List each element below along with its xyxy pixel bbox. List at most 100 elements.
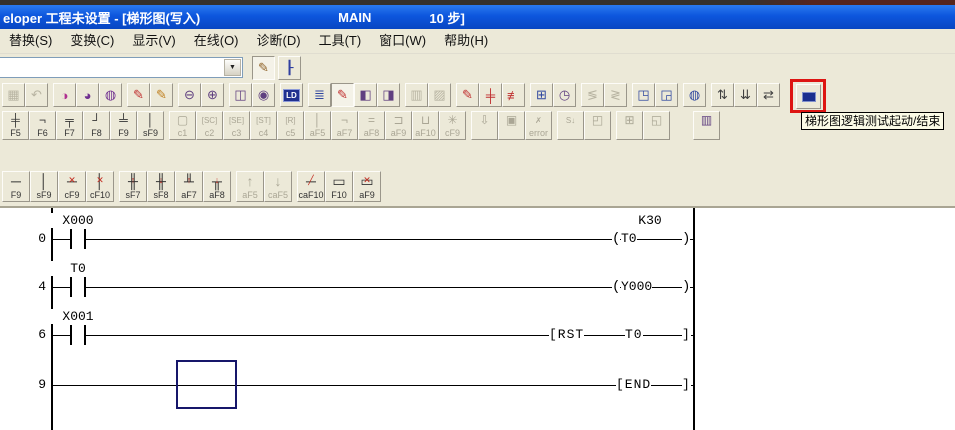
split-window-icon[interactable]: ◫ — [229, 83, 252, 107]
key-label: aF5 — [310, 129, 326, 138]
menu-item-4[interactable]: 诊断(D) — [248, 29, 310, 53]
accent-mark: ✕ — [96, 173, 105, 188]
zoom-search-icon[interactable]: ⊖ — [178, 83, 201, 107]
replace-device-icon[interactable]: ✎ — [127, 83, 150, 107]
sort-swap-icon[interactable]: ⇄ — [757, 83, 780, 107]
window-title: eloper 工程未设置 - [梯形图(写入) — [3, 8, 200, 27]
coil-t0[interactable]: T0 — [621, 231, 637, 247]
vline-draw-glyph: │ — [40, 174, 49, 189]
step-break-icon: ≷ — [604, 83, 627, 107]
down-convert-button: ↓caF5 — [264, 171, 292, 202]
find-instruction-icon[interactable]: ◍ — [99, 83, 122, 107]
key-label: caF5 — [268, 191, 288, 200]
coil-button[interactable]: ╧F9 — [110, 111, 137, 140]
key-label: cF9 — [445, 129, 460, 138]
ladder-mode-glyph: LD — [283, 89, 300, 102]
menu-item-2[interactable]: 显示(V) — [123, 29, 184, 53]
open-branch-button[interactable]: ╤F7 — [56, 111, 83, 140]
sort-descending-icon[interactable]: ⇊ — [734, 83, 757, 107]
find-glyph: ◑ — [61, 88, 69, 103]
ladder-mode-icon[interactable]: LD — [280, 83, 303, 107]
grid-window-icon: ⊞ — [616, 111, 643, 140]
program-check-icon[interactable]: ⊞ — [530, 83, 553, 107]
project-search-icon[interactable]: ◍ — [683, 83, 706, 107]
device-combo[interactable]: ▼ — [0, 57, 243, 78]
contact-x000[interactable] — [66, 229, 90, 249]
hline-delete-button[interactable]: ─✕cF9 — [58, 171, 86, 202]
close-contact-button[interactable]: ¬ F6 — [29, 111, 56, 140]
device-combo-input[interactable] — [0, 59, 219, 76]
menu-item-1[interactable]: 变换(C) — [61, 29, 123, 53]
menu-item-7[interactable]: 帮助(H) — [435, 29, 497, 53]
zoom-search-alt-icon[interactable]: ⊕ — [201, 83, 224, 107]
ladder-logic-test-button[interactable] — [796, 84, 821, 109]
key-label: F7 — [64, 129, 75, 138]
close-contact-glyph: ¬ — [39, 114, 46, 127]
key-label: aF8 — [364, 129, 380, 138]
comment-create-icon[interactable]: ✎ — [252, 56, 275, 80]
close-branch-button[interactable]: ┘F8 — [83, 111, 110, 140]
key-label: F6 — [37, 129, 48, 138]
vertical-line-a-button[interactable]: │sF9 — [137, 111, 164, 140]
sort-ascending-icon[interactable]: ⇅ — [711, 83, 734, 107]
project-tree-icon[interactable]: ┠ — [278, 56, 301, 80]
rung-wire — [52, 335, 694, 336]
pulse-rise-branch-button[interactable]: ╨↑aF7 — [175, 171, 203, 202]
menu-item-0[interactable]: 替换(S) — [0, 29, 61, 53]
device-skip-icon[interactable]: ≢ — [502, 83, 525, 107]
coil-y000[interactable]: Y000 — [621, 279, 652, 295]
menu-item-3[interactable]: 在线(O) — [185, 29, 248, 53]
delete-box-button[interactable]: ▭✕aF9 — [353, 171, 381, 202]
note-edit-icon[interactable]: ◨ — [377, 83, 400, 107]
step-break-glyph: ≷ — [610, 87, 621, 103]
key-label: aF9 — [391, 129, 407, 138]
toolbar-group: ≶≷ — [581, 83, 627, 107]
program-list-icon[interactable]: ▥ — [693, 111, 720, 140]
toolbar-group: ╪F5 ¬ F6 ╤F7┘F8╧F9│sF9 — [2, 111, 164, 145]
pulse-rise-contact-button[interactable]: ╫↑sF7 — [119, 171, 147, 202]
contact-x001[interactable] — [66, 325, 90, 345]
device-test-icon[interactable]: ✎ — [456, 83, 479, 107]
window-cascade-icon[interactable]: ◳ — [632, 83, 655, 107]
replace-instruction-icon[interactable]: ✎ — [150, 83, 173, 107]
clock-setting-icon[interactable]: ◷ — [553, 83, 576, 107]
coil-glyph: ╧ — [119, 114, 128, 127]
rst-operand[interactable]: T0 — [625, 327, 643, 343]
logic-test-icon — [802, 92, 816, 102]
instruction-list-icon[interactable]: ≣ — [308, 83, 331, 107]
ladder-editor[interactable]: 0 X000 K30 ( T0 ) 4 T0 ( Y000 ) 6 — [0, 206, 955, 430]
end-instruction[interactable]: [END — [616, 377, 651, 393]
open-contact-button[interactable]: ╪F5 — [2, 111, 29, 140]
vline-delete-button[interactable]: │✕cF10 — [86, 171, 114, 202]
tree-window-glyph: ◱ — [651, 114, 662, 127]
circuit-preview-icon[interactable]: ◉ — [252, 83, 275, 107]
invert-operation-button[interactable]: ─╱caF10 — [297, 171, 325, 202]
title-bar: eloper 工程未设置 - [梯形图(写入) MAIN 10 步] — [0, 5, 955, 29]
menu-item-5[interactable]: 工具(T) — [310, 29, 371, 53]
hline-draw-button[interactable]: ─F9 — [2, 171, 30, 202]
hline-write-button[interactable]: ▭F10 — [325, 171, 353, 202]
key-label: aF7 — [181, 191, 197, 200]
contact-label: T0 — [50, 261, 106, 276]
pulse-fall-contact-button[interactable]: ╫↓sF8 — [147, 171, 175, 202]
note-edit-glyph: ◨ — [382, 87, 394, 103]
vline-draw-button[interactable]: │sF9 — [30, 171, 58, 202]
toolbar-group: S↓◰ — [557, 111, 611, 145]
contact-t0[interactable] — [66, 277, 90, 297]
device-batch-monitor-icon[interactable]: ╪ — [479, 83, 502, 107]
edit-cursor-box[interactable] — [176, 360, 237, 409]
menu-item-6[interactable]: 窗口(W) — [370, 29, 435, 53]
statement-edit-icon[interactable]: ◧ — [354, 83, 377, 107]
find-device-icon[interactable]: ◕ — [76, 83, 99, 107]
accent-mark: ✕ — [360, 173, 373, 188]
find-icon[interactable]: ◑ — [53, 83, 76, 107]
toolbar-group: ⊞◱ — [616, 111, 670, 145]
key-label: c3 — [232, 129, 242, 138]
aF7-contact-glyph: ¬ — [341, 114, 348, 127]
step-number: 9 — [18, 377, 46, 393]
window-tile-icon[interactable]: ◲ — [655, 83, 678, 107]
comment-edit-icon[interactable]: ✎ — [331, 83, 354, 107]
combo-dropdown-icon[interactable]: ▼ — [224, 59, 241, 76]
rst-instruction[interactable]: [RST — [549, 327, 584, 343]
pulse-fall-branch-button[interactable]: ╥↓aF8 — [203, 171, 231, 202]
